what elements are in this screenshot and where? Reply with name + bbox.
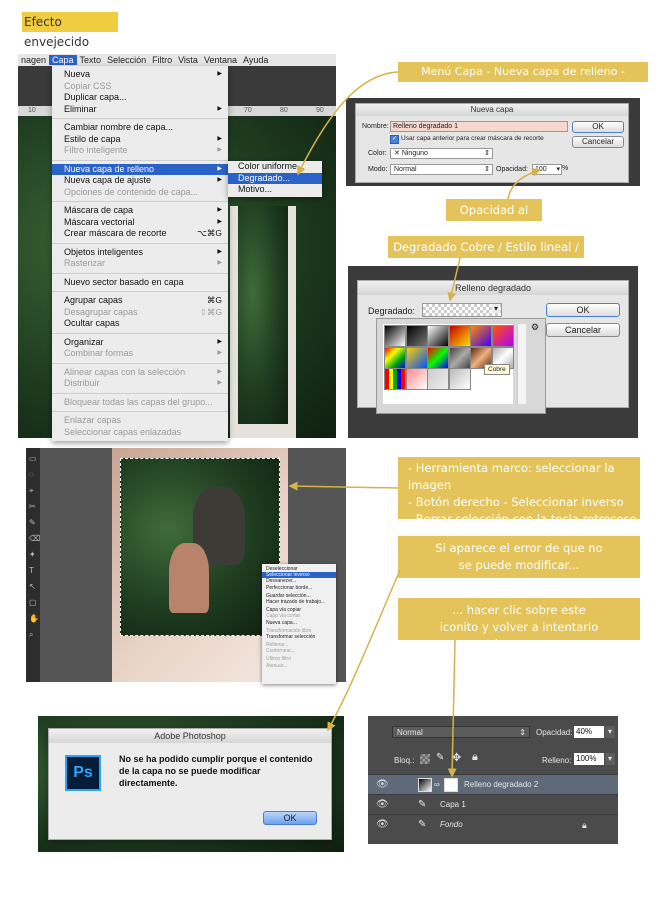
arrow-fix-to-icon — [447, 639, 457, 778]
arrow-opacity-to-field — [507, 167, 542, 200]
annotation-arrows — [288, 71, 542, 778]
arrow-gradient-to-picker — [447, 257, 461, 302]
arrow-steps-to-photo — [288, 481, 399, 491]
arrow-menu-to-submenu — [297, 71, 399, 176]
arrow-error-to-alert — [327, 569, 401, 732]
